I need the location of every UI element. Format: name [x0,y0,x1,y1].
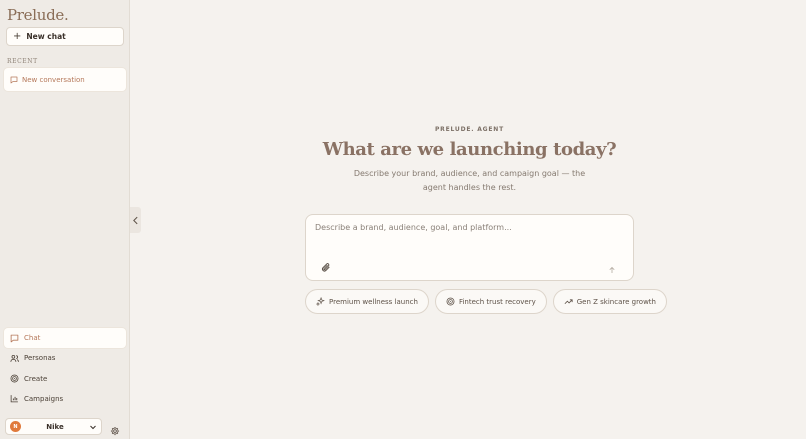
target-icon [446,297,455,306]
gear-icon [110,426,120,436]
composer [305,214,634,281]
agent-eyebrow-label: PRELUDE. AGENT [434,126,505,133]
sparkles-icon [316,297,325,306]
account-name: Nike [46,422,64,431]
users-icon [10,354,19,362]
suggestion-chip[interactable]: Gen Z skincare growth [552,289,667,314]
suggestion-chips: Premium wellness launch Fintech trust re… [305,289,673,314]
page-subtitle: Describe your brand, audience, and campa… [353,169,586,192]
new-chat-button[interactable]: + New chat [6,27,124,46]
recent-conversation-item[interactable]: New conversation [4,68,126,91]
send-button[interactable] [608,259,616,278]
nav-item-campaigns[interactable]: Campaigns [4,389,126,409]
nav-item-label: Personas [24,354,56,363]
suggestion-chip[interactable]: Fintech trust recovery [434,289,547,314]
account-switcher[interactable]: N Nike [5,418,102,435]
target-icon [10,374,19,383]
arrow-up-icon [609,266,615,273]
chat-bubble-icon [10,76,18,83]
conversation-label: New conversation [22,75,85,84]
bar-chart-icon [10,395,18,403]
suggestion-chip-label: Premium wellness launch [329,297,418,306]
suggestion-chip-label: Fintech trust recovery [458,297,536,306]
trending-up-icon [564,299,573,305]
paperclip-icon [322,263,330,272]
chevron-left-icon [133,216,138,224]
nav-item-personas[interactable]: Personas [4,348,126,368]
nav-item-label: Campaigns [24,394,64,403]
attach-button[interactable] [321,258,331,277]
collapse-sidebar-button[interactable] [130,207,141,233]
avatar: N [10,421,21,432]
suggestion-chip[interactable]: Premium wellness launch [305,289,429,314]
page-title: What are we launching today? [322,139,617,160]
nav-item-create[interactable]: Create [4,369,126,389]
nav-item-chat[interactable]: Chat [4,328,126,348]
sidebar-nav: Chat Personas Create Campaigns [4,328,126,409]
sidebar: Prelude. + New chat RECENT New conversat… [0,0,130,439]
chevron-down-icon [90,425,96,429]
new-chat-label: New chat [26,32,66,41]
settings-button[interactable] [110,421,120,439]
suggestion-chip-label: Gen Z skincare growth [576,297,656,306]
nav-item-label: Chat [24,334,41,342]
recent-section-label: RECENT [7,58,38,65]
brand-logo: Prelude. [7,6,69,24]
plus-icon: + [13,31,22,42]
prompt-input[interactable] [315,223,615,232]
nav-item-label: Create [24,374,48,383]
chat-bubble-icon [10,334,19,342]
